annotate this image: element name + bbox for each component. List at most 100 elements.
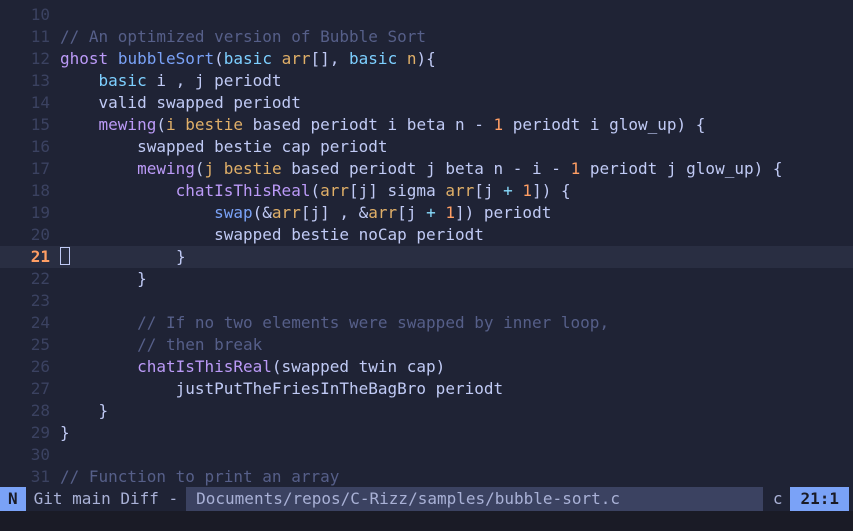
git-branch-status: Git main Diff - <box>33 489 179 508</box>
code-line[interactable]: 19 swap(&arr[j] , &arr[j + 1]) periodt <box>0 202 853 224</box>
code-token: } <box>60 423 70 442</box>
line-number: 16 <box>30 137 50 156</box>
line-number: 30 <box>30 445 50 464</box>
line-number: 28 <box>30 401 50 420</box>
code-line[interactable]: 16 swapped bestie cap periodt <box>0 136 853 158</box>
code-token: arr <box>368 203 398 222</box>
code-line[interactable]: 17 mewing(j bestie based periodt j beta … <box>0 158 853 180</box>
code-line[interactable]: 31 // Function to print an array <box>0 466 853 487</box>
code-token: 1 <box>522 181 533 200</box>
code-token: [j <box>474 181 504 200</box>
line-number: 10 <box>30 5 50 24</box>
code-text: justPutTheFriesInTheBagBro periodt <box>60 378 504 400</box>
line-number: 24 <box>30 313 50 332</box>
code-token: arr <box>281 49 311 68</box>
code-token: chatIsThisReal <box>175 181 311 200</box>
code-token: i <box>165 115 176 134</box>
code-token: mewing <box>98 115 157 134</box>
code-token: swap <box>214 203 253 222</box>
code-text: chatIsThisReal(swapped twin cap) <box>60 356 445 378</box>
code-token: based periodt j beta n - i - <box>281 159 571 178</box>
code-token: + <box>503 181 513 200</box>
code-text: chatIsThisReal(arr[j] sigma arr[j + 1]) … <box>60 180 571 202</box>
code-text: ghost bubbleSort(basic arr[], basic n){ <box>60 48 436 70</box>
code-text: basic i , j periodt <box>60 70 282 92</box>
code-line[interactable]: 26 chatIsThisReal(swapped twin cap) <box>0 356 853 378</box>
code-line[interactable]: 12 ghost bubbleSort(basic arr[], basic n)… <box>0 48 853 70</box>
line-number: 14 <box>30 93 50 112</box>
code-line[interactable]: 18 chatIsThisReal(arr[j] sigma arr[j + 1… <box>0 180 853 202</box>
line-number: 21 <box>30 247 50 266</box>
code-token: } <box>60 401 109 420</box>
code-line[interactable]: 14 valid swapped periodt <box>0 92 853 114</box>
code-token: // If no two elements were swapped by in… <box>60 313 610 332</box>
line-number: 20 <box>30 225 50 244</box>
code-line[interactable]: 29} <box>0 422 853 444</box>
code-token: // Function to print an array <box>60 467 340 486</box>
code-token: bestie <box>185 115 244 134</box>
line-number: 31 <box>30 467 50 486</box>
code-token: arr <box>445 181 475 200</box>
line-number: 26 <box>30 357 50 376</box>
code-line[interactable]: 20 swapped bestie noCap periodt <box>0 224 853 246</box>
command-line[interactable] <box>0 511 853 531</box>
code-token: (& <box>252 203 272 222</box>
code-token: basic <box>349 49 398 68</box>
line-number: 19 <box>30 203 50 222</box>
code-line[interactable]: 21 } <box>0 246 853 268</box>
code-token: bubbleSort <box>117 49 215 68</box>
code-line[interactable]: 10 <box>0 4 853 26</box>
code-line[interactable]: 13 basic i , j periodt <box>0 70 853 92</box>
code-text: } <box>60 400 109 422</box>
code-line[interactable]: 27 justPutTheFriesInTheBagBro periodt <box>0 378 853 400</box>
code-token: [], <box>310 49 350 68</box>
code-text: swapped bestie noCap periodt <box>60 224 484 246</box>
code-token: ghost <box>60 49 109 68</box>
code-token: valid swapped periodt <box>60 93 301 112</box>
code-token: 1 <box>570 159 581 178</box>
code-line[interactable]: 28 } <box>0 400 853 422</box>
code-token: [j] , & <box>300 203 369 222</box>
code-text: swap(&arr[j] , &arr[j + 1]) periodt <box>60 202 551 224</box>
code-text: } <box>60 422 70 444</box>
code-text: } <box>60 268 147 290</box>
code-line[interactable]: 30 <box>0 444 853 466</box>
code-text: // If no two elements were swapped by in… <box>60 312 609 334</box>
code-line[interactable]: 11 // An optimized version of Bubble Sort <box>0 26 853 48</box>
line-number: 27 <box>30 379 50 398</box>
text-cursor <box>60 247 70 265</box>
code-token: arr <box>320 181 349 200</box>
code-token: (swapped twin cap) <box>271 357 446 376</box>
code-line[interactable]: 22 } <box>0 268 853 290</box>
code-token: periodt i glow_up) { <box>503 115 706 134</box>
code-line[interactable]: 24 // If no two elements were swapped by… <box>0 312 853 334</box>
code-token: ( <box>310 181 321 200</box>
code-token: ( <box>156 115 166 134</box>
code-line[interactable]: 23 <box>0 290 853 312</box>
code-token: j <box>204 159 215 178</box>
code-token: basic <box>223 49 272 68</box>
code-line[interactable]: 25 // then break <box>0 334 853 356</box>
code-token: arr <box>271 203 301 222</box>
code-text: // then break <box>60 334 262 356</box>
code-token: 1 <box>493 115 504 134</box>
status-line: N Git main Diff - Documents/repos/C-Rizz… <box>0 487 853 511</box>
code-editor[interactable]: 10 11// An optimized version of Bubble So… <box>0 0 853 487</box>
cursor-position: 21:1 <box>790 487 849 511</box>
code-token: ( <box>194 159 205 178</box>
line-number: 18 <box>30 181 50 200</box>
code-token: mewing <box>137 159 195 178</box>
line-number: 17 <box>30 159 50 178</box>
code-line[interactable]: 15 mewing(i bestie based periodt i beta … <box>0 114 853 136</box>
file-path: Documents/repos/C-Rizz/samples/bubble-so… <box>186 487 763 511</box>
